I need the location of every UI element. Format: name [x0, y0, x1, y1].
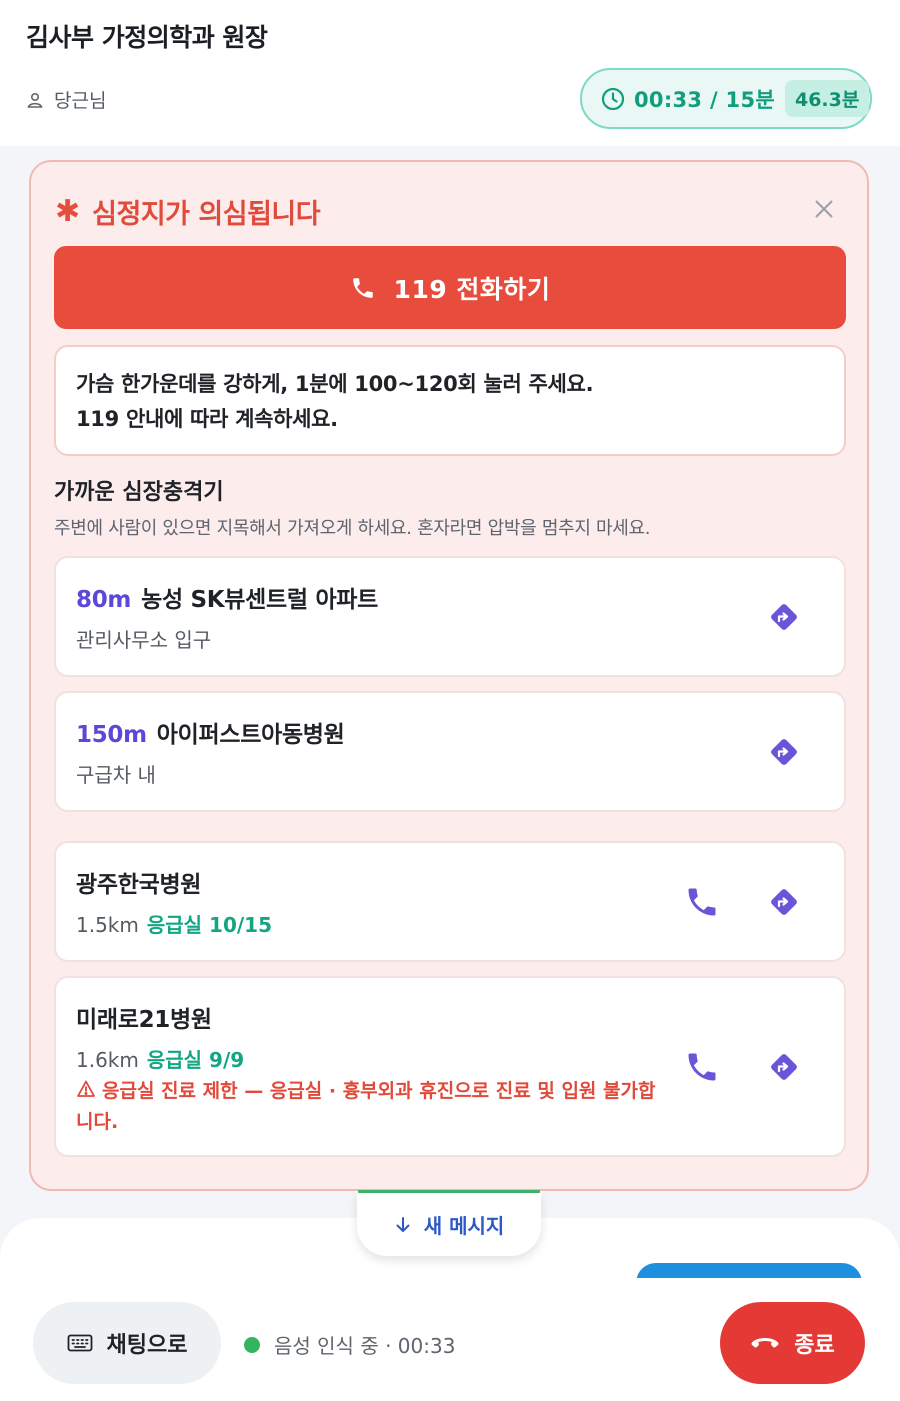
user-name: 당근님 — [54, 90, 107, 112]
er-status: 응급실 9/9 — [146, 1048, 245, 1072]
cpr-instruction-line2: 119 안내에 따라 계속하세요. — [76, 407, 338, 431]
aed-card-title: 80m 농성 SK뷰센트럴 아파트 — [76, 580, 378, 614]
close-icon[interactable] — [813, 198, 835, 220]
aed-name: 농성 SK뷰센트럴 아파트 — [141, 587, 379, 613]
directions-icon — [771, 1054, 797, 1080]
aed-detail: 관리사무소 입구 — [76, 628, 212, 652]
directions-icon — [771, 889, 797, 915]
aed-subtext: 주변에 사람이 있으면 지목해서 가져오게 하세요. 혼자라면 압박을 멈추지 … — [54, 518, 651, 539]
directions-button[interactable] — [764, 882, 804, 922]
voice-status-text: 음성 인식 중 · 00:33 — [274, 1334, 456, 1358]
hospital-distance: 1.5km — [76, 913, 139, 937]
hospital-info: 1.5km 응급실 10/15 — [76, 909, 272, 938]
directions-icon — [771, 739, 797, 765]
doctor-title: 김사부 가정의학과 원장 — [26, 23, 268, 52]
user-info: 당근님 — [26, 86, 106, 113]
asterisk-icon: ✱ — [55, 193, 81, 229]
directions-icon — [771, 604, 797, 630]
phone-icon — [688, 888, 716, 916]
alert-header: ✱ 심정지가 의심됩니다 — [55, 192, 321, 231]
er-warning: 응급실 진료 제한 — 응급실 · 흉부외과 휴진으로 진료 및 입원 불가합니… — [76, 1076, 666, 1138]
directions-button[interactable] — [764, 1047, 804, 1087]
call-hospital-button[interactable] — [682, 1047, 722, 1087]
hospital-distance: 1.6km — [76, 1048, 139, 1072]
timer-badge: 46.3분 — [784, 80, 870, 117]
hospital-info: 1.6km 응급실 9/9 — [76, 1044, 244, 1073]
hangup-icon — [751, 1338, 779, 1348]
phone-icon — [352, 277, 373, 298]
arrow-down-icon — [396, 1216, 410, 1232]
directions-button[interactable] — [764, 732, 804, 772]
voice-status: 음성 인식 중 · 00:33 — [244, 1330, 455, 1359]
aed-card[interactable]: 80m 농성 SK뷰센트럴 아파트 관리사무소 입구 — [54, 556, 846, 677]
hospital-card[interactable]: 광주한국병원 1.5km 응급실 10/15 — [54, 841, 846, 962]
alert-title: 심정지가 의심됩니다 — [92, 199, 321, 230]
top-header: 김사부 가정의학과 원장 당근님 00:33 / 15분 46.3분 — [0, 0, 900, 146]
switch-to-chat-label: 채팅으로 — [106, 1333, 188, 1358]
aed-card-title: 150m 아이퍼스트아동병원 — [76, 715, 345, 749]
aed-distance: 150m — [76, 722, 147, 748]
directions-button[interactable] — [764, 597, 804, 637]
keyboard-icon — [67, 1334, 92, 1352]
cardiac-arrest-alert: ✱ 심정지가 의심됩니다 119 전화하기 가슴 한가운데를 강하게, 1분에 … — [29, 160, 869, 1191]
hospital-card[interactable]: 미래로21병원 1.6km 응급실 9/9 응급실 진료 제한 — 응급실 · 흉… — [54, 976, 846, 1157]
call-119-label: 119 전화하기 — [393, 274, 551, 304]
warning-icon — [77, 1080, 95, 1097]
cpr-instruction-box: 가슴 한가운데를 강하게, 1분에 100~120회 눌러 주세요. 119 안… — [54, 345, 846, 456]
aed-name: 아이퍼스트아동병원 — [156, 722, 345, 748]
er-warning-text: 응급실 진료 제한 — 응급실 · 흉부외과 휴진으로 진료 및 입원 불가합니… — [76, 1080, 656, 1133]
end-call-label: 종료 — [794, 1333, 835, 1358]
session-timer: 00:33 / 15분 46.3분 — [580, 68, 872, 129]
end-call-button[interactable]: 종료 — [720, 1302, 865, 1384]
cpr-instruction-line1: 가슴 한가운데를 강하게, 1분에 100~120회 눌러 주세요. — [76, 372, 594, 396]
switch-to-chat-button[interactable]: 채팅으로 — [33, 1302, 221, 1384]
aed-card[interactable]: 150m 아이퍼스트아동병원 구급차 내 — [54, 691, 846, 812]
recording-indicator-icon — [244, 1336, 260, 1353]
aed-detail: 구급차 내 — [76, 763, 156, 787]
hospital-name: 미래로21병원 — [76, 1007, 212, 1033]
er-status: 응급실 10/15 — [146, 913, 273, 937]
new-message-label: 새 메시지 — [423, 1214, 505, 1238]
hospital-name: 광주한국병원 — [76, 872, 202, 898]
call-hospital-button[interactable] — [682, 882, 722, 922]
user-icon — [27, 92, 43, 108]
phone-icon — [688, 1053, 716, 1081]
new-message-button[interactable]: 새 메시지 — [357, 1193, 541, 1256]
aed-distance: 80m — [76, 587, 132, 613]
clock-icon — [601, 87, 625, 110]
aed-heading: 가까운 심장충격기 — [54, 480, 224, 505]
call-119-button[interactable]: 119 전화하기 — [54, 246, 846, 329]
timer-text: 00:33 / 15분 — [634, 87, 775, 112]
bottom-bar: 채팅으로 음성 인식 중 · 00:33 종료 — [0, 1278, 900, 1401]
